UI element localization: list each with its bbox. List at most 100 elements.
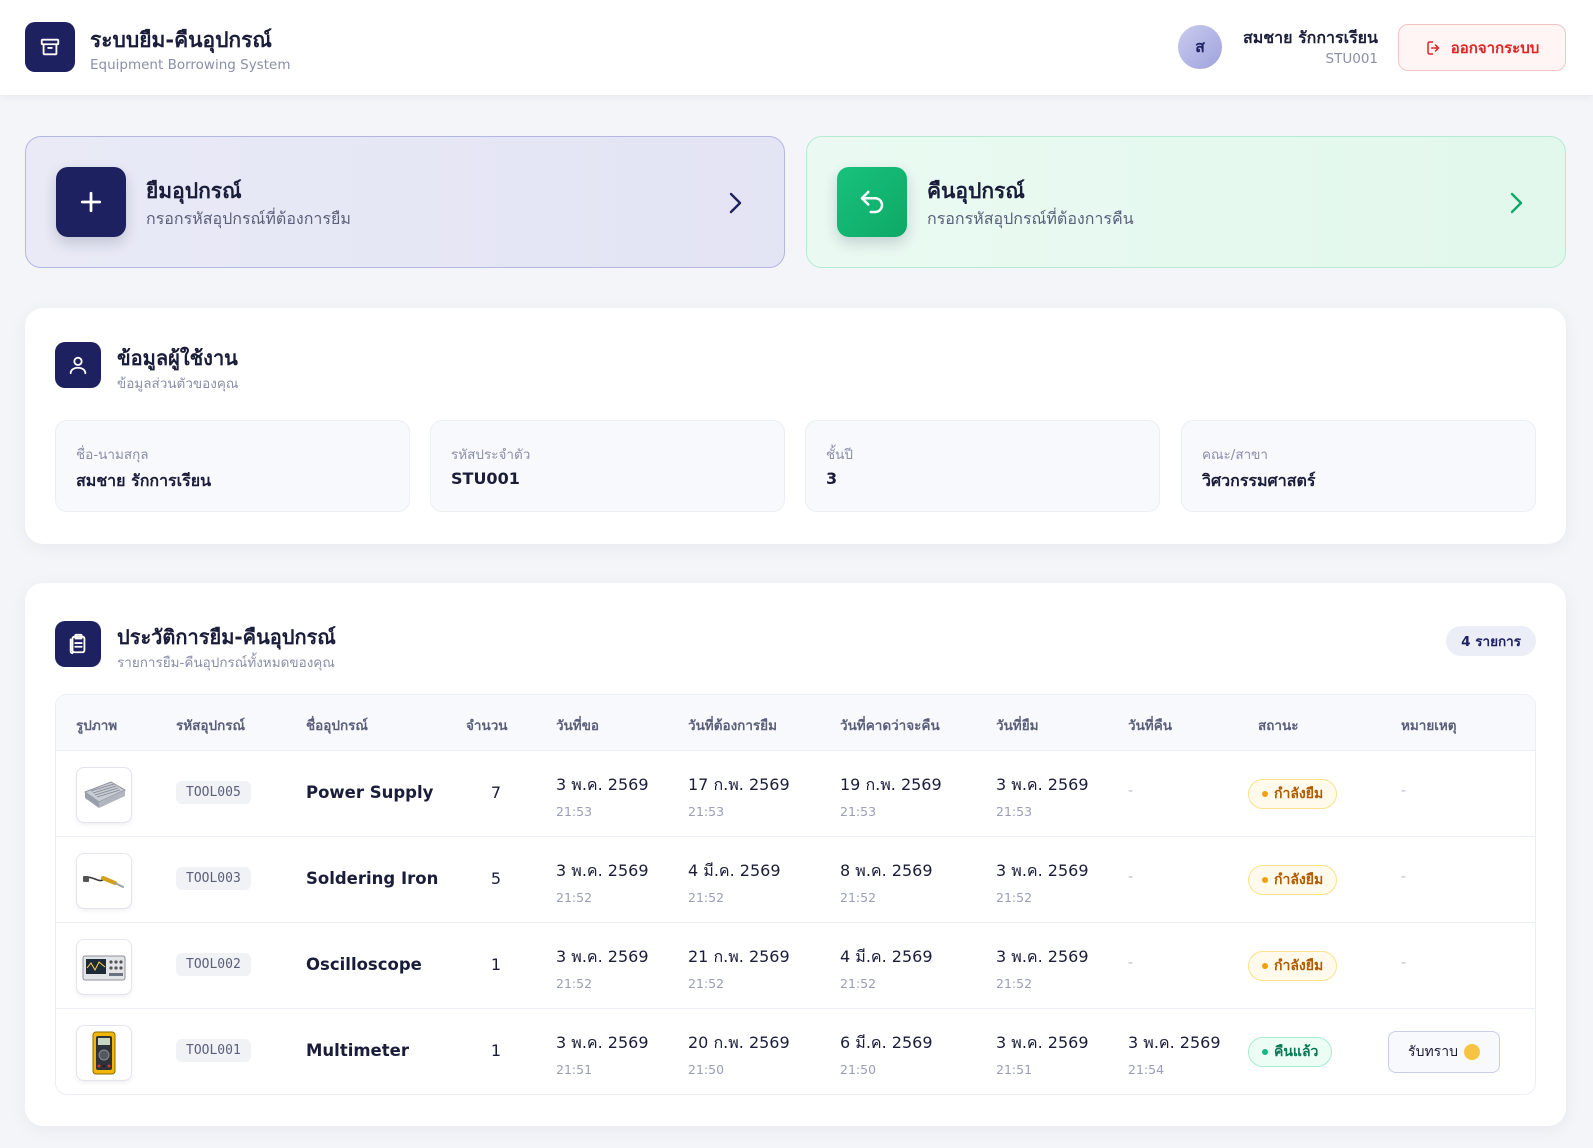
borrow-card[interactable]: ยืมอุปกรณ์ กรอกรหัสอุปกรณ์ที่ต้องการยืม [25,136,785,268]
table-row[interactable]: TOOL001 Multimeter 1 3 พ.ค. 2569 21:51 20… [56,1009,1535,1094]
quantity: 7 [490,783,502,802]
equipment-code: TOOL005 [176,781,251,804]
undo-arrow-icon [837,167,907,237]
user-info-title: ข้อมูลผู้ใช้งาน [117,346,238,370]
avatar[interactable]: ส [1178,25,1222,69]
expected-return-date: 19 ก.พ. 2569 21:53 [840,775,942,819]
wanted-date: 4 มี.ค. 2569 21:52 [688,861,781,905]
request-date: 3 พ.ค. 2569 21:52 [556,861,649,905]
request-date: 3 พ.ค. 2569 21:51 [556,1033,649,1077]
app-title: ระบบยืม-คืนอุปกรณ์ [90,28,272,52]
borrowed-date: 3 พ.ค. 2569 21:52 [996,947,1089,991]
quantity: 5 [490,869,502,888]
user-id: STU001 [1325,51,1378,67]
note: - [1401,869,1407,885]
acknowledge-button[interactable]: รับทราบ [1388,1031,1500,1073]
acknowledge-label: รับทราบ [1408,1044,1458,1060]
return-subtitle: กรอกรหัสอุปกรณ์ที่ต้องการคืน [927,209,1134,228]
returned-date: - [1128,783,1134,799]
column-header: วันที่คืน [1128,718,1172,734]
info-label: ชั้นปี [826,447,853,463]
borrow-title: ยืมอุปกรณ์ [146,179,242,203]
user-icon [55,342,101,388]
power-supply-image [76,767,132,823]
history-panel: ประวัติการยืม-คืนอุปกรณ์ รายการยืม-คืนอุ… [25,583,1566,1126]
user-info-subtitle: ข้อมูลส่วนตัวของคุณ [117,376,239,392]
info-label: รหัสประจำตัว [451,447,531,463]
logout-button[interactable]: ออกจากระบบ [1398,24,1566,71]
chevron-right-icon [1510,192,1523,214]
info-value: วิศวกรรมศาสตร์ [1202,471,1316,490]
info-card-student-id: รหัสประจำตัว STU001 [430,420,785,512]
plus-icon [56,167,126,237]
returned-date: 3 พ.ค. 2569 21:54 [1128,1033,1221,1077]
status-badge: คืนแล้ว [1248,1037,1333,1067]
info-card-name: ชื่อ-นามสกุล สมชาย รักการเรียน [55,420,410,512]
emoji-face-icon [1463,1044,1480,1060]
borrow-subtitle: กรอกรหัสอุปกรณ์ที่ต้องการยืม [146,209,351,228]
column-header: สถานะ [1258,718,1299,734]
return-title: คืนอุปกรณ์ [927,179,1025,203]
column-header: วันที่ขอ [556,718,600,734]
table-row[interactable]: TOOL005 Power Supply 7 3 พ.ค. 2569 21:53 … [56,751,1535,837]
column-header: รหัสอุปกรณ์ [176,718,246,734]
info-label: คณะ/สาขา [1202,447,1268,463]
expected-return-date: 4 มี.ค. 2569 21:52 [840,947,933,991]
status-badge: กำลังยืม [1248,779,1338,809]
info-label: ชื่อ-นามสกุล [76,447,149,463]
history-count-badge: 4 รายการ [1446,626,1536,656]
returned-date: - [1128,869,1134,885]
column-header: รูปภาพ [76,718,118,734]
info-card-year: ชั้นปี 3 [805,420,1160,512]
return-card[interactable]: คืนอุปกรณ์ กรอกรหัสอุปกรณ์ที่ต้องการคืน [806,136,1566,268]
multimeter-image [76,1025,132,1081]
equipment-code: TOOL003 [176,867,251,890]
history-subtitle: รายการยืม-คืนอุปกรณ์ทั้งหมดของคุณ [117,655,335,671]
note: - [1401,955,1407,971]
user-info-panel: ข้อมูลผู้ใช้งาน ข้อมูลส่วนตัวของคุณ ชื่อ… [25,308,1566,544]
borrowed-date: 3 พ.ค. 2569 21:51 [996,1033,1089,1077]
borrowed-date: 3 พ.ค. 2569 21:52 [996,861,1089,905]
equipment-code: TOOL001 [176,1039,251,1062]
top-header: ระบบยืม-คืนอุปกรณ์ Equipment Borrowing S… [0,0,1593,95]
borrowed-date: 3 พ.ค. 2569 21:53 [996,775,1089,819]
column-header: ชื่ออุปกรณ์ [306,718,368,734]
equipment-name: Oscilloscope [306,955,422,974]
request-date: 3 พ.ค. 2569 21:52 [556,947,649,991]
soldering-iron-image [76,853,132,909]
archive-box-icon [25,22,75,72]
info-value: สมชาย รักการเรียน [76,471,212,490]
note: - [1401,783,1407,799]
table-row[interactable]: TOOL002 Oscilloscope 1 3 พ.ค. 2569 21:52 … [56,923,1535,1009]
oscilloscope-image [76,939,132,995]
expected-return-date: 6 มี.ค. 2569 21:50 [840,1033,933,1077]
column-header: วันที่ยืม [996,718,1039,734]
expected-return-date: 8 พ.ค. 2569 21:52 [840,861,933,905]
equipment-name: Soldering Iron [306,869,439,888]
wanted-date: 17 ก.พ. 2569 21:53 [688,775,790,819]
equipment-code: TOOL002 [176,953,251,976]
info-card-faculty: คณะ/สาขา วิศวกรรมศาสตร์ [1181,420,1536,512]
clipboard-icon [55,621,101,667]
column-header: วันที่คาดว่าจะคืน [840,718,940,734]
column-header: หมายเหตุ [1401,718,1457,734]
quantity: 1 [490,955,502,974]
status-badge: กำลังยืม [1248,865,1338,895]
quantity: 1 [490,1041,502,1060]
logout-icon [1426,40,1439,55]
info-value: 3 [826,469,838,488]
history-title: ประวัติการยืม-คืนอุปกรณ์ [117,625,336,649]
history-table: รูปภาพ รหัสอุปกรณ์ ชื่ออุปกรณ์ จำนวน วัน… [55,694,1536,1095]
chevron-right-icon [729,192,742,214]
returned-date: - [1128,955,1134,971]
app-subtitle: Equipment Borrowing System [90,57,291,73]
table-row[interactable]: TOOL003 Soldering Iron 5 3 พ.ค. 2569 21:5… [56,837,1535,923]
wanted-date: 20 ก.พ. 2569 21:50 [688,1033,790,1077]
request-date: 3 พ.ค. 2569 21:53 [556,775,649,819]
status-badge: กำลังยืม [1248,951,1338,981]
wanted-date: 21 ก.พ. 2569 21:52 [688,947,790,991]
info-value: STU001 [451,469,520,488]
equipment-name: Multimeter [306,1041,409,1060]
equipment-name: Power Supply [306,783,434,802]
table-header: รูปภาพ รหัสอุปกรณ์ ชื่ออุปกรณ์ จำนวน วัน… [56,695,1535,751]
